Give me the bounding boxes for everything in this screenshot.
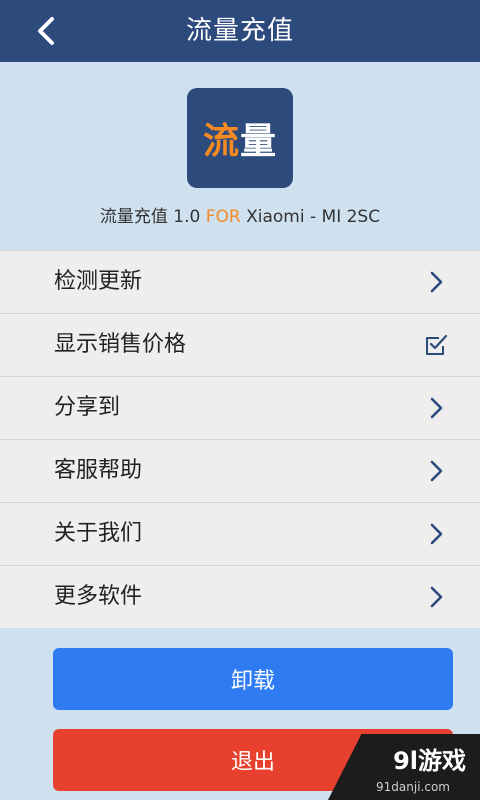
page-title: 流量充值 xyxy=(185,16,294,46)
menu-item-more-apps[interactable]: 更多软件 xyxy=(0,566,480,628)
chevron-right-icon xyxy=(430,586,443,608)
menu-item-check-update[interactable]: 检测更新 xyxy=(0,251,480,314)
menu-item-label: 客服帮助 xyxy=(54,458,143,483)
menu-item-support[interactable]: 客服帮助 xyxy=(0,440,480,503)
menu-item-label: 更多软件 xyxy=(54,584,143,609)
version-info: 流量充值 1.0 FOR Xiaomi - MI 2SC xyxy=(0,202,480,227)
checkbox-checked-icon[interactable] xyxy=(424,333,448,357)
menu-item-label: 分享到 xyxy=(54,395,121,420)
logo-char-1: 流 xyxy=(202,121,240,162)
chevron-right-icon xyxy=(430,271,443,293)
uninstall-button[interactable]: 卸载 xyxy=(53,648,453,710)
watermark-url: 91danji.com xyxy=(376,780,450,794)
logo-char-2: 量 xyxy=(240,121,278,162)
menu-item-label: 检测更新 xyxy=(54,269,143,294)
menu-item-about[interactable]: 关于我们 xyxy=(0,503,480,566)
chevron-right-icon xyxy=(430,523,443,545)
version-for: FOR xyxy=(205,207,241,227)
menu-item-label: 关于我们 xyxy=(54,521,143,546)
version-prefix: 流量充值 1.0 xyxy=(99,207,206,227)
settings-menu: 检测更新 显示销售价格 分享到 客服帮助 关于我们 更多软件 xyxy=(0,250,480,628)
title-bar: 流量充值 xyxy=(0,0,480,62)
app-logo: 流 量 xyxy=(187,88,293,188)
version-suffix: Xiaomi - MI 2SC xyxy=(240,207,381,227)
watermark-text: 9l游戏 xyxy=(393,747,466,775)
menu-item-share[interactable]: 分享到 xyxy=(0,377,480,440)
app-info: 流 量 流量充值 1.0 FOR Xiaomi - MI 2SC xyxy=(0,62,480,250)
menu-item-show-price[interactable]: 显示销售价格 xyxy=(0,314,480,377)
chevron-right-icon xyxy=(430,397,443,419)
chevron-right-icon xyxy=(430,460,443,482)
menu-item-label: 显示销售价格 xyxy=(54,332,187,357)
